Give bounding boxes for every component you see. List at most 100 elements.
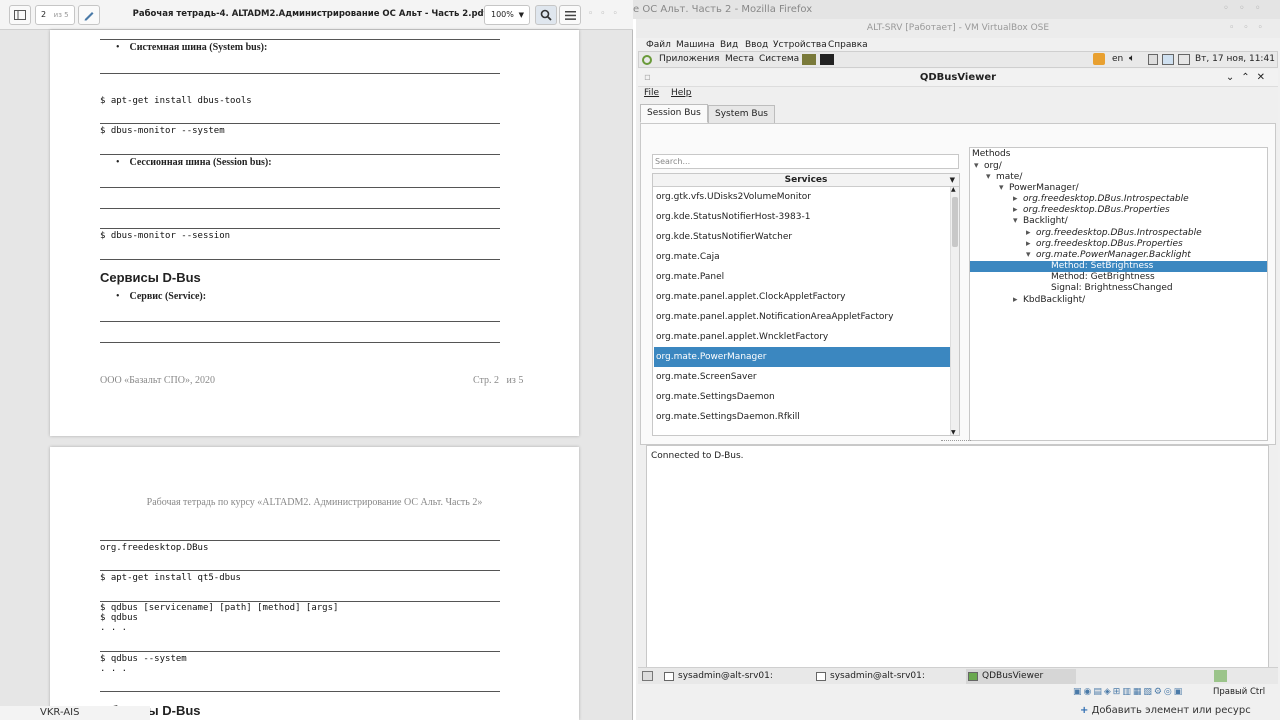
- taskbar-item-terminal-2[interactable]: sysadmin@alt-srv01: /home...: [814, 669, 962, 696]
- menu-applications[interactable]: Приложения: [659, 54, 719, 64]
- tree-node[interactable]: ▾ org/: [974, 161, 1002, 172]
- divider: [100, 208, 500, 209]
- menu-devices[interactable]: Устройства: [773, 40, 827, 50]
- menu-system[interactable]: Система: [759, 54, 799, 64]
- tree-node[interactable]: Signal: BrightnessChanged: [1051, 283, 1173, 294]
- menu-file[interactable]: File: [644, 88, 659, 98]
- taskbar-item-terminal-1[interactable]: sysadmin@alt-srv01: /home...: [662, 669, 810, 696]
- volume-icon[interactable]: 🔈︎: [1129, 53, 1135, 64]
- scrollbar-thumb[interactable]: [952, 197, 958, 247]
- launcher-icon[interactable]: [802, 54, 816, 65]
- zoom-select[interactable]: 100% ▼: [484, 5, 530, 25]
- list-item[interactable]: org.mate.panel.applet.WnckletFactory: [654, 327, 950, 347]
- divider: [100, 73, 500, 74]
- menu-button[interactable]: [559, 5, 581, 25]
- chevron-down-icon: ▾: [999, 183, 1004, 193]
- divider: [100, 651, 500, 652]
- sidebar-toggle-button[interactable]: [9, 5, 31, 25]
- list-item-selected[interactable]: org.mate.PowerManager: [654, 347, 950, 367]
- menu-file[interactable]: Файл: [646, 40, 671, 50]
- list-item[interactable]: org.mate.panel.applet.NotificationAreaAp…: [654, 307, 950, 327]
- window-controls[interactable]: ◦◦◦: [588, 9, 628, 19]
- services-scrollbar[interactable]: ▲ ▼: [950, 186, 959, 436]
- divider: [100, 342, 500, 343]
- menu-input[interactable]: Ввод: [745, 40, 768, 50]
- qdbusviewer-title: QDBusViewer: [919, 72, 997, 83]
- tree-node[interactable]: ▸ KbdBacklight/: [1013, 295, 1085, 306]
- tree-node[interactable]: ▾ PowerManager/: [999, 183, 1079, 194]
- list-item[interactable]: org.mate.Panel: [654, 267, 950, 287]
- page-footer-right: Стр. 2 из 5: [473, 375, 524, 386]
- list-item[interactable]: org.mate.Caja: [654, 247, 950, 267]
- display-icon[interactable]: [1178, 54, 1190, 65]
- window-menu-icon[interactable]: ▫: [644, 69, 651, 87]
- package-icon[interactable]: [1093, 53, 1105, 65]
- page-number-field[interactable]: 2 из 5: [35, 5, 75, 25]
- show-desktop-icon[interactable]: [642, 671, 653, 681]
- tree-node[interactable]: ▾ Backlight/: [1013, 216, 1068, 227]
- menu-view[interactable]: Вид: [720, 40, 738, 50]
- search-input[interactable]: Search...: [652, 154, 959, 169]
- window-controls[interactable]: ⌄⌃✕: [1226, 69, 1272, 87]
- tree-node[interactable]: Method: GetBrightness: [1051, 272, 1155, 283]
- services-header[interactable]: Services ▼: [653, 174, 959, 187]
- log-output[interactable]: Connected to D-Bus.: [646, 445, 1269, 678]
- tab-session-bus[interactable]: Session Bus: [640, 104, 708, 123]
- vbox-device-icons[interactable]: ▣◉▤◈⊞▥▦▧⚙◎▣: [1073, 687, 1203, 697]
- clipboard-icon[interactable]: [1148, 54, 1158, 65]
- list-item: • Сессионная шина (Session bus):: [116, 157, 272, 168]
- list-item[interactable]: org.mate.SettingsDaemon.Rfkill: [654, 407, 950, 427]
- desktop-task-item[interactable]: VKR-AIS: [0, 706, 150, 720]
- sidebar-icon: [14, 10, 26, 20]
- keyboard-layout[interactable]: en: [1112, 54, 1123, 64]
- annotate-button[interactable]: [78, 5, 100, 25]
- qdbusviewer-titlebar: ▫ QDBusViewer ⌄⌃✕: [638, 69, 1278, 87]
- terminal-icon: [664, 672, 674, 681]
- tree-node-selected[interactable]: Method: SetBrightness: [970, 261, 1267, 272]
- menu-help[interactable]: Справка: [828, 40, 868, 50]
- tree-node[interactable]: ▸ org.freedesktop.DBus.Properties: [1013, 205, 1170, 216]
- document-title: Рабочая тетрадь-4. ALTADM2.Администриров…: [132, 9, 488, 19]
- list-item[interactable]: org.mate.SettingsDaemon: [654, 387, 950, 407]
- list-item[interactable]: org.mate.ScreenSaver: [654, 367, 950, 387]
- tree-node[interactable]: ▸ org.freedesktop.DBus.Properties: [1026, 239, 1183, 250]
- tree-node[interactable]: ▾ mate/: [986, 172, 1022, 183]
- clock[interactable]: Вт, 17 ноя, 11:41: [1195, 54, 1275, 64]
- vm-menubar: Файл Машина Вид Ввод Устройства Справка: [636, 38, 1280, 52]
- chevron-down-icon: ▾: [986, 172, 991, 182]
- menu-help[interactable]: Help: [671, 88, 692, 98]
- workspace-switcher[interactable]: [1214, 670, 1227, 682]
- window-controls[interactable]: ◦◦◦: [1229, 19, 1272, 38]
- add-element-link[interactable]: + Добавить элемент или ресурс: [1080, 705, 1280, 720]
- code-line: . . .: [100, 623, 128, 633]
- splitter-handle[interactable]: [941, 440, 971, 442]
- list-item[interactable]: org.kde.StatusNotifierWatcher: [654, 227, 950, 247]
- vm-title: ALT-SRV [Работает] - VM VirtualBox OSE: [866, 23, 1050, 33]
- divider: [100, 691, 500, 692]
- terminal-icon[interactable]: [820, 54, 834, 65]
- scroll-up-icon[interactable]: ▲: [951, 186, 956, 193]
- pdf-page-2: Рабочая тетрадь по курсу «ALTADM2. Админ…: [50, 447, 579, 720]
- window-controls[interactable]: ◦◦◦: [1223, 3, 1271, 14]
- list-item[interactable]: org.kde.StatusNotifierHost-3983-1: [654, 207, 950, 227]
- network-icon[interactable]: [1162, 54, 1174, 65]
- page-header: Рабочая тетрадь по курсу «ALTADM2. Админ…: [146, 497, 483, 508]
- list-item[interactable]: org.gtk.vfs.UDisks2VolumeMonitor: [654, 187, 950, 207]
- tree-node[interactable]: ▸ org.freedesktop.DBus.Introspectable: [1013, 194, 1189, 205]
- tab-system-bus[interactable]: System Bus: [708, 105, 775, 124]
- services-list[interactable]: Services ▼ org.gtk.vfs.UDisks2VolumeMoni…: [652, 173, 960, 436]
- mate-top-panel: Приложения Места Система en 🔈︎ Вт, 17 но…: [638, 51, 1278, 68]
- scroll-down-icon[interactable]: ▼: [951, 429, 956, 436]
- plus-icon: +: [1080, 705, 1089, 716]
- pdf-page-1: • Системная шина (System bus): $ apt-get …: [50, 30, 579, 436]
- menu-machine[interactable]: Машина: [676, 40, 715, 50]
- menu-places[interactable]: Места: [725, 54, 754, 64]
- search-button[interactable]: [535, 5, 557, 25]
- taskbar-item-qdbusviewer[interactable]: QDBusViewer: [966, 669, 1076, 684]
- list-item: • Системная шина (System bus):: [116, 42, 268, 53]
- methods-tree[interactable]: Methods ▾ org/ ▾ mate/ ▾ PowerManager/ ▸ org…: [969, 147, 1268, 441]
- tree-node[interactable]: ▾ org.mate.PowerManager.Backlight: [1026, 250, 1191, 261]
- page-footer-left: ООО «Базальт СПО», 2020: [100, 375, 215, 386]
- tree-node[interactable]: ▸ org.freedesktop.DBus.Introspectable: [1026, 228, 1202, 239]
- list-item[interactable]: org.mate.panel.applet.ClockAppletFactory: [654, 287, 950, 307]
